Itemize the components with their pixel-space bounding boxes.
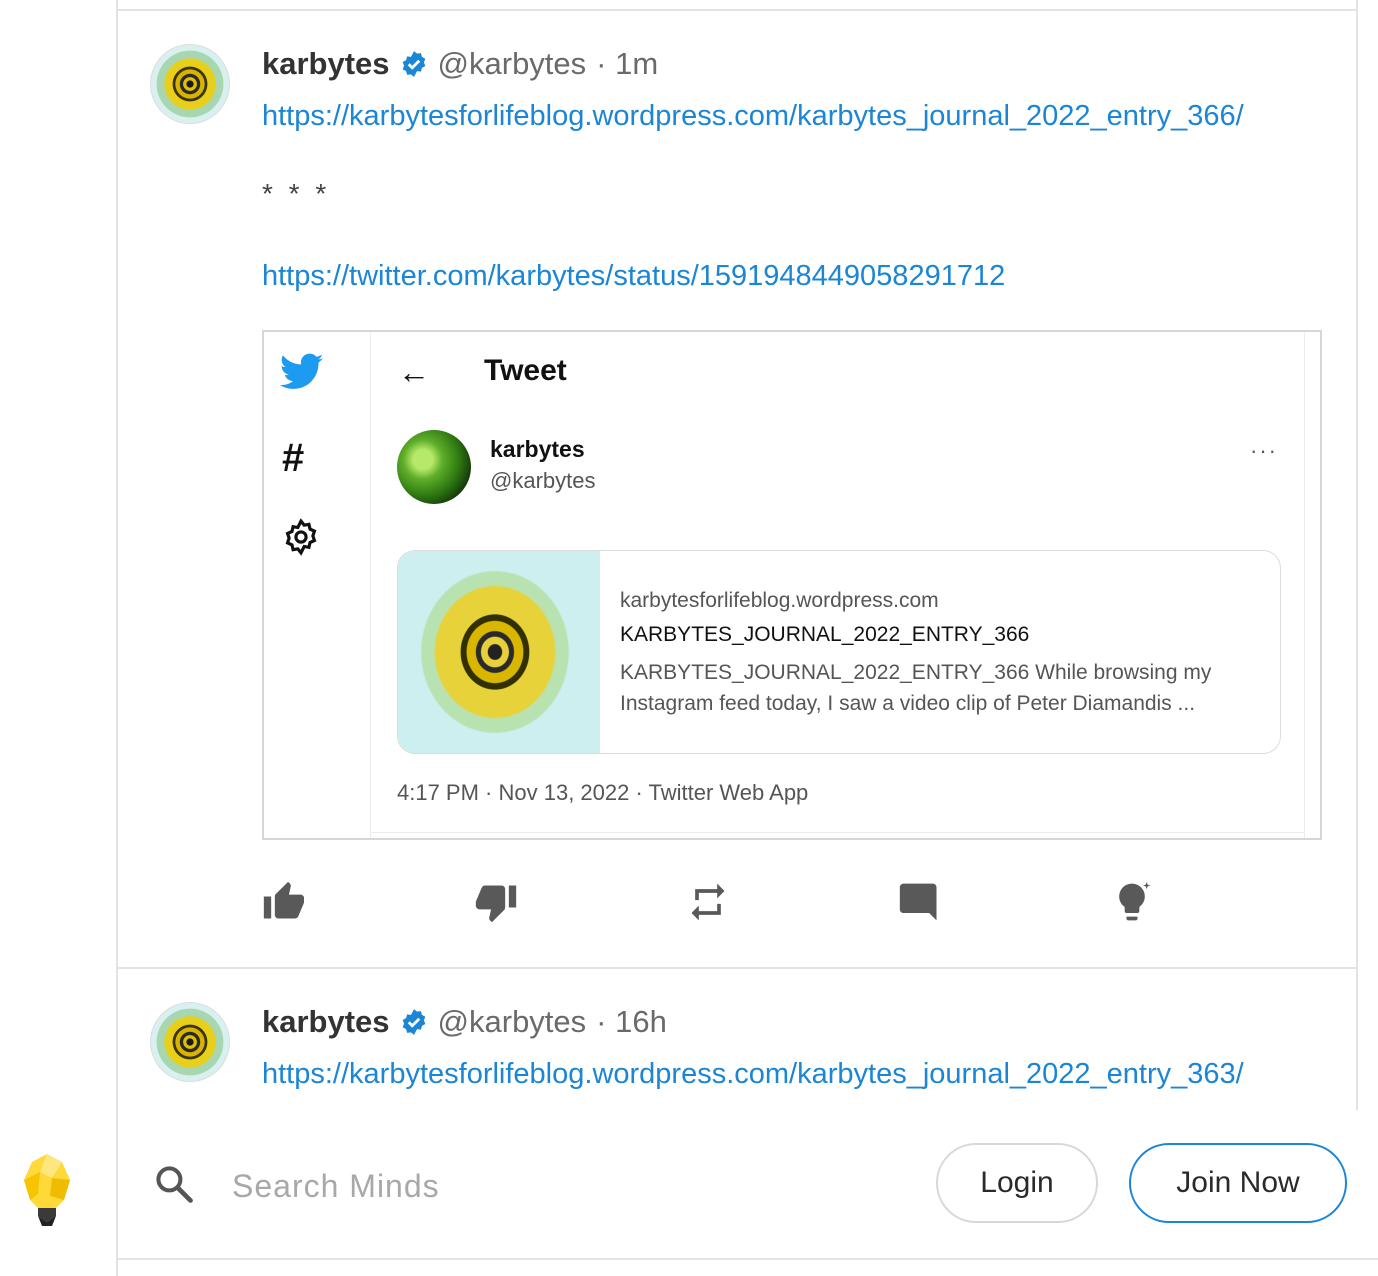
embedded-avatar (397, 430, 471, 504)
embedded-bottom-border (370, 832, 1304, 833)
boost-icon (1119, 881, 1151, 921)
right-divider (1356, 0, 1358, 1110)
thumbs-up-icon (263, 881, 305, 919)
username[interactable]: karbytes (262, 46, 390, 82)
login-button[interactable]: Login (936, 1143, 1098, 1223)
feed-post: karbytes @karbytes · 1m https://karbytes… (118, 0, 1356, 968)
embedded-handle: @karbytes (490, 468, 596, 493)
comment-icon (899, 883, 937, 921)
post-time[interactable]: · 1m (596, 46, 658, 82)
post-link[interactable]: https://karbytesforlifeblog.wordpress.co… (262, 1058, 1244, 1091)
verified-badge-icon (402, 1009, 425, 1035)
verified-badge-icon (402, 51, 425, 77)
card-title: KARBYTES_JOURNAL_2022_ENTRY_366 (620, 623, 1030, 646)
thumbs-down-icon (475, 885, 517, 923)
minds-logo-icon[interactable] (22, 1152, 72, 1228)
embedded-image[interactable]: # ← Tweet karbytes @karbytes ··· karbyte… (262, 330, 1322, 840)
avatar[interactable] (150, 1002, 230, 1082)
back-arrow-icon: ← (398, 354, 430, 390)
card-thumbnail (398, 551, 600, 753)
post-header: karbytes @karbytes · 1m (262, 46, 658, 82)
user-handle[interactable]: @karbytes (438, 1004, 587, 1040)
hashtag-icon: # (282, 436, 305, 480)
boost-button[interactable] (1110, 880, 1154, 924)
user-handle[interactable]: @karbytes (438, 46, 587, 82)
link-preview-card: karbytesforlifeblog.wordpress.com KARBYT… (397, 550, 1281, 754)
more-options-icon: ··· (1250, 438, 1278, 463)
username[interactable]: karbytes (262, 1004, 390, 1040)
post-time[interactable]: · 16h (596, 1004, 667, 1040)
avatar[interactable] (150, 44, 230, 124)
twitter-bird-icon (280, 353, 324, 389)
embedded-sidebar: # (264, 332, 371, 838)
search-input[interactable] (230, 1160, 794, 1212)
post-header: karbytes @karbytes · 16h (262, 1004, 667, 1040)
comment-button[interactable] (898, 880, 942, 924)
bottom-divider (116, 1258, 1378, 1260)
card-domain: karbytesforlifeblog.wordpress.com (620, 589, 939, 612)
thumbs-up-button[interactable] (262, 880, 306, 924)
card-description: KARBYTES_JOURNAL_2022_ENTRY_366 While br… (620, 661, 1212, 715)
post-actions (262, 880, 1162, 930)
search-icon[interactable] (152, 1162, 196, 1206)
remind-icon (691, 883, 725, 921)
embedded-username: karbytes (490, 436, 585, 462)
gear-icon (285, 518, 317, 556)
embedded-timestamp: 4:17 PM · Nov 13, 2022 · Twitter Web App (397, 780, 809, 805)
feed-post: karbytes @karbytes · 16h https://karbyte… (118, 968, 1356, 1110)
embedded-header-title: Tweet (484, 354, 567, 387)
post-link[interactable]: https://karbytesforlifeblog.wordpress.co… (262, 100, 1244, 133)
remind-button[interactable] (686, 880, 730, 924)
thumbs-down-button[interactable] (474, 880, 518, 924)
join-now-button[interactable]: Join Now (1129, 1143, 1347, 1223)
post-link[interactable]: https://twitter.com/karbytes/status/1591… (262, 260, 1005, 293)
embedded-right-border (1304, 332, 1305, 838)
separator-text: * * * (262, 178, 331, 209)
